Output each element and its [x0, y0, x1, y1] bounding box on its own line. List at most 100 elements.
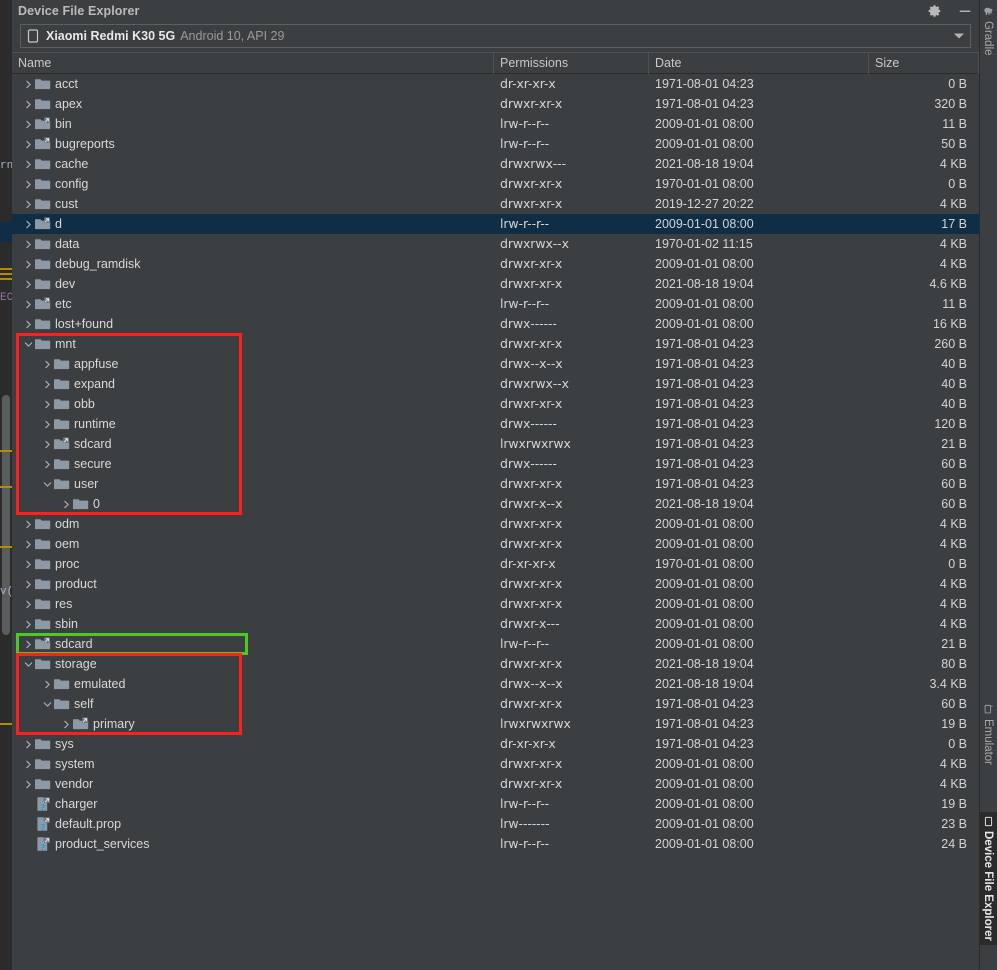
chevron-right-icon[interactable] — [22, 614, 35, 634]
device-selector[interactable]: Xiaomi Redmi K30 5G Android 10, API 29 — [20, 24, 971, 48]
table-row[interactable]: self drwxr-xr-x 1971-08-01 04:23 60 B — [12, 694, 979, 714]
table-row[interactable]: sdcard lrwxrwxrwx 1971-08-01 04:23 21 B — [12, 434, 979, 454]
cell-permissions: drwxr-xr-x — [500, 656, 563, 671]
table-row[interactable]: mnt drwxr-xr-x 1971-08-01 04:23 260 B — [12, 334, 979, 354]
table-row[interactable]: config drwxr-xr-x 1970-01-01 08:00 0 B — [12, 174, 979, 194]
cell-date: 1970-01-01 08:00 — [655, 557, 754, 571]
chevron-right-icon[interactable] — [22, 254, 35, 274]
table-row[interactable]: runtime drwx------ 1971-08-01 04:23 120 B — [12, 414, 979, 434]
column-header-size[interactable]: Size — [869, 52, 979, 74]
tool-tab-device-file-explorer[interactable]: Device File Explorer — [979, 812, 997, 945]
table-row[interactable]: ? product_services lrw-r--r-- 2009-01-01 08… — [12, 834, 979, 854]
table-row[interactable]: system drwxr-xr-x 2009-01-01 08:00 4 KB — [12, 754, 979, 774]
chevron-right-icon[interactable] — [22, 734, 35, 754]
table-row[interactable]: data drwxrwx--x 1970-01-02 11:15 4 KB — [12, 234, 979, 254]
table-row[interactable]: dev drwxr-xr-x 2021-08-18 19:04 4.6 KB — [12, 274, 979, 294]
file-name-label: apex — [55, 97, 83, 111]
chevron-right-icon[interactable] — [22, 534, 35, 554]
cell-permissions: drwxr-xr-x — [500, 276, 563, 291]
cell-size: 60 B — [941, 457, 967, 471]
chevron-right-icon[interactable] — [22, 134, 35, 154]
table-row[interactable]: appfuse drwx--x--x 1971-08-01 04:23 40 B — [12, 354, 979, 374]
minimize-icon[interactable] — [957, 3, 973, 19]
chevron-right-icon[interactable] — [22, 774, 35, 794]
table-row[interactable]: 0 drwxr-x--x 2021-08-18 19:04 60 B — [12, 494, 979, 514]
table-row[interactable]: res drwxr-xr-x 2009-01-01 08:00 4 KB — [12, 594, 979, 614]
column-header-permissions[interactable]: Permissions — [494, 52, 649, 74]
table-row[interactable]: secure drwx------ 1971-08-01 04:23 60 B — [12, 454, 979, 474]
chevron-right-icon[interactable] — [41, 374, 54, 394]
chevron-right-icon[interactable] — [41, 434, 54, 454]
table-row[interactable]: cache drwxrwx--- 2021-08-18 19:04 4 KB — [12, 154, 979, 174]
chevron-down-icon[interactable] — [954, 33, 964, 39]
column-header-name[interactable]: Name — [12, 52, 494, 74]
chevron-right-icon[interactable] — [22, 294, 35, 314]
tool-tab-gradle[interactable]: Gradle — [979, 2, 997, 60]
table-row[interactable]: etc lrw-r--r-- 2009-01-01 08:00 11 B — [12, 294, 979, 314]
tool-tab-emulator[interactable]: Emulator — [979, 700, 997, 769]
chevron-right-icon[interactable] — [22, 574, 35, 594]
table-row[interactable]: apex drwxr-xr-x 1971-08-01 04:23 320 B — [12, 94, 979, 114]
file-name-label: config — [55, 177, 89, 191]
file-name-label: cache — [55, 157, 89, 171]
chevron-right-icon[interactable] — [22, 314, 35, 334]
table-row[interactable]: user drwxr-xr-x 1971-08-01 04:23 60 B — [12, 474, 979, 494]
cell-size: 4 KB — [939, 757, 967, 771]
chevron-right-icon[interactable] — [22, 74, 35, 94]
table-row[interactable]: ? default.prop lrw------- 2009-01-01 08:00 2… — [12, 814, 979, 834]
table-row[interactable]: vendor drwxr-xr-x 2009-01-01 08:00 4 KB — [12, 774, 979, 794]
table-row[interactable]: ? charger lrw-r--r-- 2009-01-01 08:00 19 B — [12, 794, 979, 814]
chevron-right-icon[interactable] — [41, 674, 54, 694]
chevron-right-icon[interactable] — [41, 414, 54, 434]
chevron-right-icon[interactable] — [41, 454, 54, 474]
table-row[interactable]: emulated drwx--x--x 2021-08-18 19:04 3.4 KB — [12, 674, 979, 694]
chevron-right-icon[interactable] — [22, 514, 35, 534]
table-row[interactable]: bin lrw-r--r-- 2009-01-01 08:00 11 B — [12, 114, 979, 134]
table-row[interactable]: lost+found drwx------ 2009-01-01 08:00 16 K… — [12, 314, 979, 334]
gear-icon[interactable] — [927, 3, 943, 19]
chevron-down-icon[interactable] — [22, 654, 35, 674]
table-row[interactable]: debug_ramdisk drwxr-xr-x 2009-01-01 08:00 4… — [12, 254, 979, 274]
chevron-right-icon[interactable] — [22, 114, 35, 134]
table-row[interactable]: acct dr-xr-xr-x 1971-08-01 04:23 0 B — [12, 74, 979, 94]
chevron-right-icon[interactable] — [22, 274, 35, 294]
chevron-right-icon[interactable] — [22, 594, 35, 614]
table-row[interactable]: sys dr-xr-xr-x 1971-08-01 04:23 0 B — [12, 734, 979, 754]
chevron-right-icon[interactable] — [41, 354, 54, 374]
chevron-right-icon[interactable] — [60, 494, 73, 514]
cell-date: 2009-01-01 08:00 — [655, 537, 754, 551]
table-row[interactable]: product drwxr-xr-x 2009-01-01 08:00 4 KB — [12, 574, 979, 594]
table-row[interactable]: primary lrwxrwxrwx 1971-08-01 04:23 19 B — [12, 714, 979, 734]
table-row[interactable]: sdcard lrw-r--r-- 2009-01-01 08:00 21 B — [12, 634, 979, 654]
table-row[interactable]: sbin drwxr-x--- 2009-01-01 08:00 4 KB — [12, 614, 979, 634]
cell-size: 80 B — [941, 657, 967, 671]
folder-icon — [35, 316, 51, 332]
chevron-right-icon[interactable] — [41, 394, 54, 414]
chevron-down-icon[interactable] — [22, 334, 35, 354]
chevron-right-icon[interactable] — [22, 754, 35, 774]
chevron-right-icon[interactable] — [60, 714, 73, 734]
chevron-right-icon[interactable] — [22, 174, 35, 194]
chevron-right-icon[interactable] — [22, 194, 35, 214]
table-row[interactable]: storage drwxr-xr-x 2021-08-18 19:04 80 B — [12, 654, 979, 674]
table-row[interactable]: bugreports lrw-r--r-- 2009-01-01 08:00 50 B — [12, 134, 979, 154]
table-row[interactable]: cust drwxr-xr-x 2019-12-27 20:22 4 KB — [12, 194, 979, 214]
chevron-right-icon[interactable] — [22, 214, 35, 234]
cell-permissions: drwx------ — [500, 316, 557, 331]
table-row[interactable]: proc dr-xr-xr-x 1970-01-01 08:00 0 B — [12, 554, 979, 574]
chevron-right-icon[interactable] — [22, 154, 35, 174]
chevron-down-icon[interactable] — [41, 694, 54, 714]
table-row[interactable]: obb drwxr-xr-x 1971-08-01 04:23 40 B — [12, 394, 979, 414]
chevron-right-icon[interactable] — [22, 94, 35, 114]
table-row[interactable]: odm drwxr-xr-x 2009-01-01 08:00 4 KB — [12, 514, 979, 534]
table-row[interactable]: oem drwxr-xr-x 2009-01-01 08:00 4 KB — [12, 534, 979, 554]
chevron-down-icon[interactable] — [41, 474, 54, 494]
chevron-right-icon[interactable] — [22, 634, 35, 654]
chevron-right-icon[interactable] — [22, 554, 35, 574]
chevron-right-icon[interactable] — [22, 234, 35, 254]
table-row[interactable]: expand drwxrwx--x 1971-08-01 04:23 40 B — [12, 374, 979, 394]
table-row[interactable]: d lrw-r--r-- 2009-01-01 08:00 17 B — [12, 214, 979, 234]
column-header-date[interactable]: Date — [649, 52, 869, 74]
editor-scrollbar[interactable] — [2, 395, 10, 635]
folder-icon — [35, 176, 51, 192]
